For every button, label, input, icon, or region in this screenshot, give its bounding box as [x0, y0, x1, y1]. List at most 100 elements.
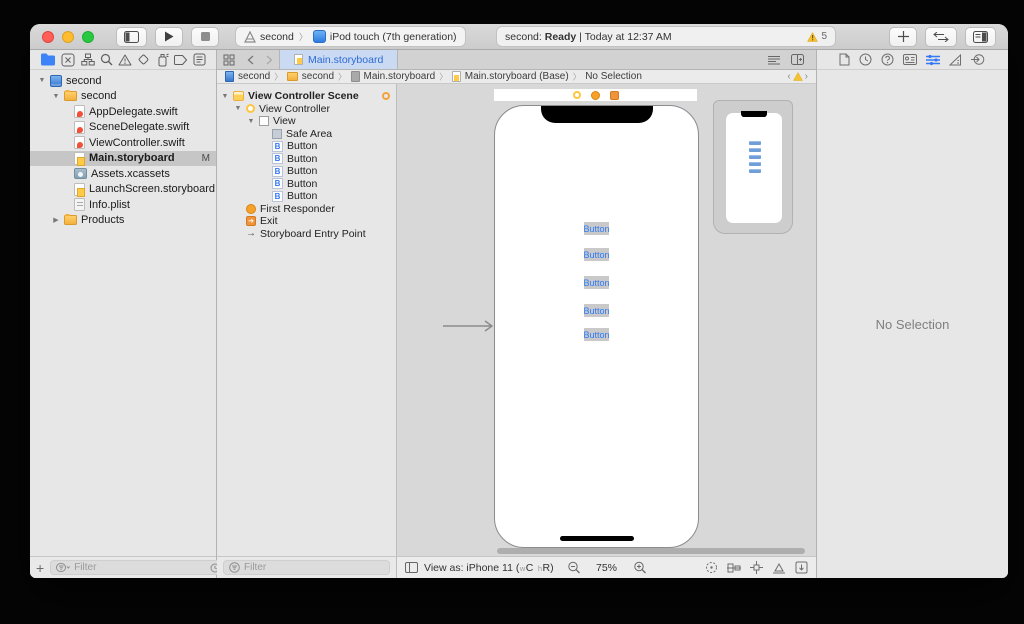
tab-project-navigator[interactable]: [40, 53, 56, 66]
file-row-project[interactable]: ▼ second: [30, 73, 216, 89]
add-file-button[interactable]: +: [36, 561, 44, 575]
file-row[interactable]: Assets.xcassets: [30, 166, 216, 182]
previous-issue-button[interactable]: ‹: [787, 71, 790, 82]
size-inspector-icon[interactable]: [949, 53, 962, 66]
breadcrumb-selection[interactable]: No Selection: [585, 71, 642, 82]
outline-row-entry-point[interactable]: → Storyboard Entry Point: [217, 228, 396, 241]
editor-tab-main-storyboard[interactable]: Main.storyboard: [279, 50, 399, 69]
canvas-button[interactable]: Button: [583, 304, 610, 317]
outline-row-view[interactable]: ▼ View: [217, 115, 396, 128]
storyboard-entry-point-arrow[interactable]: [443, 320, 495, 332]
next-issue-button[interactable]: ›: [805, 71, 808, 82]
outline-row-button[interactable]: B Button: [217, 153, 396, 166]
exit-icon[interactable]: [609, 90, 619, 100]
zoom-level[interactable]: 75%: [596, 562, 617, 574]
update-frames-icon[interactable]: [705, 561, 718, 574]
outline-row-scene[interactable]: ▼ View Controller Scene: [217, 90, 396, 103]
tab-debug-navigator[interactable]: [156, 53, 169, 67]
file-row-group[interactable]: ▼ second: [30, 89, 216, 105]
outline-row-first-responder[interactable]: First Responder: [217, 203, 396, 216]
breadcrumb-localization[interactable]: Main.storyboard (Base): [465, 71, 569, 82]
add-editor-icon[interactable]: [791, 54, 804, 65]
outline-filter-input[interactable]: [244, 562, 384, 573]
go-forward-button[interactable]: [260, 50, 279, 69]
file-inspector-icon[interactable]: [839, 53, 850, 66]
scheme-selector[interactable]: second 〉 iPod touch (7th generation): [235, 26, 466, 47]
file-row[interactable]: SceneDelegate.swift: [30, 120, 216, 136]
tab-symbol-navigator[interactable]: [80, 53, 95, 66]
horizontal-scrollbar[interactable]: [497, 548, 805, 554]
scene-settings-icon[interactable]: [382, 92, 390, 101]
toggle-outline-icon[interactable]: [405, 562, 418, 573]
canvas-button[interactable]: Button: [583, 222, 610, 235]
canvas-button[interactable]: Button: [583, 276, 610, 289]
activity-viewer[interactable]: second: Ready | Today at 12:37 AM 5: [496, 26, 837, 47]
zoom-in-icon[interactable]: [633, 561, 646, 574]
breadcrumb-group[interactable]: second: [302, 71, 334, 82]
align-icon[interactable]: [727, 562, 741, 574]
file-row-selected[interactable]: Main.storyboard M: [30, 150, 216, 166]
outline-row-button[interactable]: B Button: [217, 190, 396, 203]
file-row[interactable]: Info.plist: [30, 197, 216, 213]
tab-test-navigator[interactable]: [137, 53, 150, 66]
toggle-inspectors-button[interactable]: [965, 26, 996, 47]
outline-row-view-controller[interactable]: ▼ View Controller: [217, 103, 396, 116]
outline-filter-field[interactable]: [223, 560, 390, 575]
disclosure-open-icon[interactable]: ▼: [38, 77, 46, 84]
view-as-button[interactable]: View as: iPhone 11 (w Ch R): [424, 562, 554, 574]
file-row[interactable]: LaunchScreen.storyboard: [30, 182, 216, 198]
navigator-filter-field[interactable]: [50, 560, 241, 575]
tab-issue-navigator[interactable]: [118, 54, 132, 66]
attributes-inspector-icon[interactable]: [926, 54, 940, 66]
disclosure-closed-icon[interactable]: ▶: [52, 216, 60, 224]
add-constraints-pin-icon[interactable]: [750, 561, 763, 574]
file-row[interactable]: ViewController.swift: [30, 135, 216, 151]
outline-row-exit[interactable]: ➔ Exit: [217, 215, 396, 228]
iphone-11-canvas[interactable]: Button Button Button Button Button: [494, 105, 699, 548]
stop-button[interactable]: [191, 26, 219, 47]
connections-inspector-icon[interactable]: [971, 53, 985, 66]
toggle-navigator-button[interactable]: [116, 26, 147, 47]
breadcrumb-file[interactable]: Main.storyboard: [364, 71, 436, 82]
file-row[interactable]: AppDelegate.swift: [30, 104, 216, 120]
editor-options-icon[interactable]: [767, 55, 781, 65]
outline-row-button[interactable]: B Button: [217, 140, 396, 153]
library-button[interactable]: [889, 26, 917, 47]
tab-find-navigator[interactable]: [100, 53, 113, 66]
disclosure-open-icon[interactable]: ▼: [52, 93, 60, 100]
warning-icon[interactable]: [792, 72, 803, 81]
disclosure-open-icon[interactable]: ▼: [234, 105, 242, 112]
first-responder-icon[interactable]: [590, 90, 600, 100]
resolve-autolayout-icon[interactable]: [772, 562, 786, 574]
minimize-window-button[interactable]: [62, 30, 74, 43]
tab-source-control-navigator[interactable]: [61, 53, 75, 67]
zoom-window-button[interactable]: [82, 30, 94, 43]
outline-row-button[interactable]: B Button: [217, 178, 396, 191]
identity-inspector-icon[interactable]: [903, 54, 917, 65]
warning-badge[interactable]: 5: [807, 31, 827, 42]
view-controller-icon[interactable]: [572, 91, 581, 99]
go-back-button[interactable]: [241, 50, 260, 69]
file-row-products[interactable]: ▶ Products: [30, 213, 216, 229]
navigator-filter-input[interactable]: [74, 562, 207, 573]
disclosure-open-icon[interactable]: ▼: [247, 118, 255, 125]
related-items-button[interactable]: [217, 50, 241, 69]
zoom-out-icon[interactable]: [567, 561, 580, 574]
quick-help-inspector-icon[interactable]: [881, 53, 894, 66]
outline-row-button[interactable]: B Button: [217, 165, 396, 178]
close-window-button[interactable]: [42, 30, 54, 43]
history-inspector-icon[interactable]: [859, 53, 872, 66]
tab-report-navigator[interactable]: [193, 53, 206, 66]
breadcrumb-project[interactable]: second: [238, 71, 270, 82]
minimap-preview[interactable]: [713, 100, 793, 234]
canvas-surface[interactable]: Button Button Button Button Button: [397, 84, 816, 556]
chevron-right-icon: [266, 55, 273, 64]
embed-in-icon[interactable]: [795, 561, 808, 574]
canvas-button[interactable]: Button: [583, 328, 610, 341]
outline-row-safe-area[interactable]: Safe Area: [217, 128, 396, 141]
canvas-button[interactable]: Button: [583, 248, 610, 261]
run-button[interactable]: [155, 26, 183, 47]
tab-breakpoint-navigator[interactable]: [173, 54, 188, 66]
editor-mode-button[interactable]: [925, 26, 957, 47]
disclosure-open-icon[interactable]: ▼: [221, 93, 229, 100]
